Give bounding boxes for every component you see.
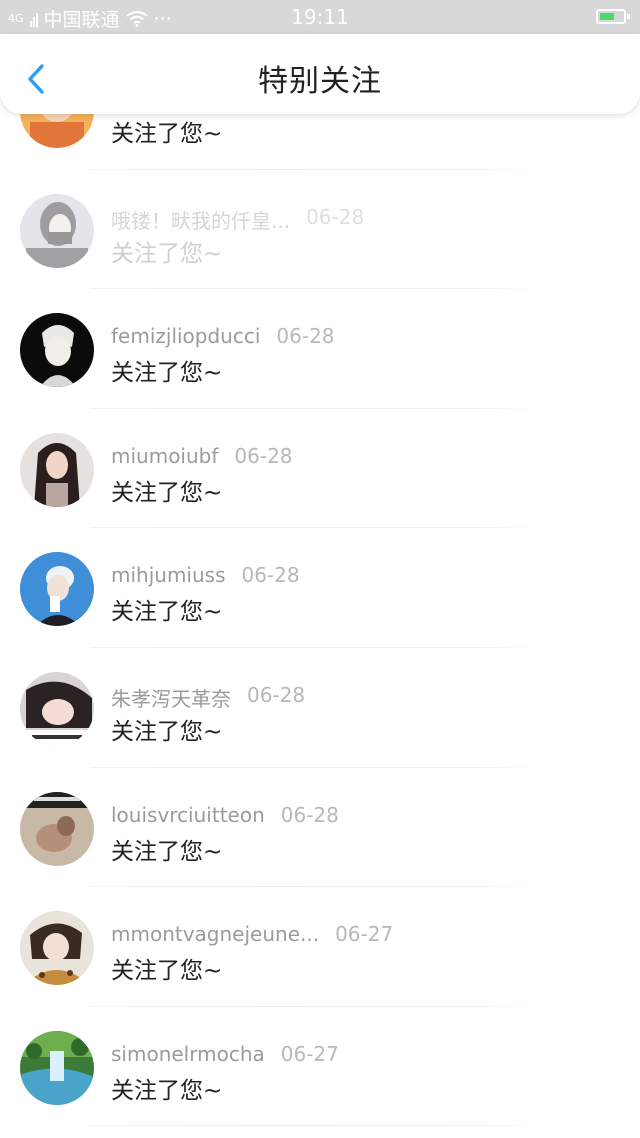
follow-text: 关注了您~ [111,599,223,626]
list-item[interactable]: 朱孝泻天革奈 06-28 关注了您~ [0,648,640,768]
list-item[interactable]: simonelrmocha 06-27 关注了您~ [0,1007,640,1127]
avatar[interactable] [20,193,94,268]
user-name: mmontvagnejeune... [111,922,320,947]
follow-date: 06-28 [241,563,300,588]
list-item[interactable]: 哦镂！畎我的仟皇... 06-28 关注了您~ [0,170,640,290]
follow-list: 关注了您~ 哦镂！畎我的仟皇... 06-28 关注了您~ femizjliop… [0,50,640,1127]
user-name: simonelrmocha [111,1041,265,1066]
follow-date: 06-28 [280,802,339,827]
list-item[interactable]: miumoiubf 06-28 关注了您~ [0,409,640,529]
nav-header: 特别关注 [0,34,640,114]
user-name-row: femizjliopducci 06-28 [111,324,335,348]
avatar[interactable] [20,1030,94,1105]
follow-date: 06-28 [306,204,365,229]
list-item[interactable]: mmontvagnejeune... 06-27 关注了您~ [0,887,640,1007]
status-bar: 4G 中国联通 ··· 19:11 [0,0,640,34]
page-title: 特别关注 [258,64,382,99]
follow-date: 06-28 [276,324,335,349]
follow-text: 关注了您~ [111,360,223,387]
user-name: femizjliopducci [111,324,261,349]
user-name-row: mmontvagnejeune... 06-27 [111,922,393,946]
list-item[interactable]: louisvrciuitteon 06-28 关注了您~ [0,768,640,888]
user-name-row: mihjumiuss 06-28 [111,563,300,587]
user-name-row: simonelrmocha 06-27 [111,1042,339,1066]
follow-date: 06-27 [280,1041,339,1066]
user-name: miumoiubf [111,443,219,468]
user-name: 哦镂！畎我的仟皇... [111,208,291,233]
follow-text: 关注了您~ [111,718,223,745]
row-divider [90,1125,544,1127]
follow-text: 关注了您~ [111,838,223,865]
follow-text: 关注了您~ [111,240,223,267]
list-item[interactable]: mihjumiuss 06-28 关注了您~ [0,528,640,648]
avatar[interactable] [20,791,94,866]
avatar[interactable] [20,313,94,388]
battery-icon [596,9,630,24]
follow-date: 06-28 [234,443,293,468]
follow-date: 06-27 [335,922,394,947]
avatar[interactable] [20,432,94,507]
follow-date: 06-28 [247,682,306,707]
user-name: 朱孝泻天革奈 [111,686,231,711]
follow-text: 关注了您~ [111,479,223,506]
list-item[interactable]: femizjliopducci 06-28 关注了您~ [0,289,640,409]
follow-text: 关注了您~ [111,121,223,147]
user-name: mihjumiuss [111,563,226,588]
avatar[interactable] [20,552,94,627]
avatar[interactable] [20,671,94,746]
follow-text: 关注了您~ [111,1077,223,1104]
follow-text: 关注了您~ [111,958,223,985]
user-name: louisvrciuitteon [111,802,265,827]
status-time: 19:11 [291,5,349,29]
user-name-row: miumoiubf 06-28 [111,444,293,468]
avatar[interactable] [20,911,94,986]
user-name-row: 哦镂！畎我的仟皇... 06-28 [111,205,364,234]
user-name-row: louisvrciuitteon 06-28 [111,803,339,827]
user-name-row: 朱孝泻天革奈 06-28 [111,683,305,712]
